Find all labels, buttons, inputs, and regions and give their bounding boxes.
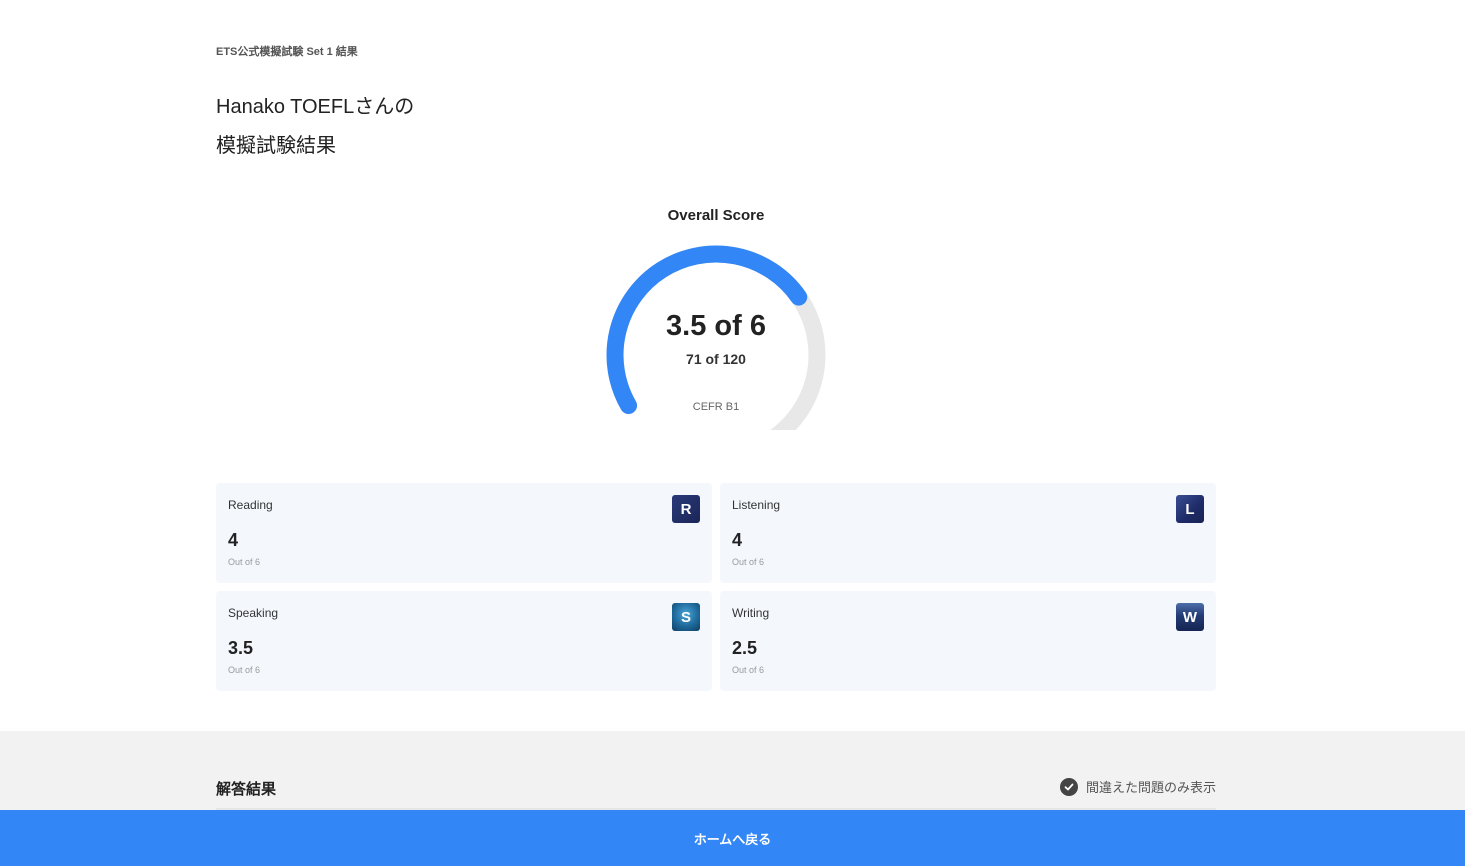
section-label: Speaking xyxy=(228,606,279,620)
section-label: Writing xyxy=(732,606,770,620)
section-label: Reading xyxy=(228,498,273,512)
writing-icon: W xyxy=(1176,603,1204,631)
breadcrumb: ETS公式模擬試験 Set 1 結果 xyxy=(216,46,358,58)
back-to-home-button[interactable]: ホームへ戻る xyxy=(0,810,1465,866)
check-mark xyxy=(1064,783,1074,790)
overall-score-heading: Overall Score xyxy=(667,207,765,224)
section-score: 2.5 xyxy=(732,638,758,658)
section-out-of: Out of 6 xyxy=(228,665,261,675)
speaking-icon: S xyxy=(672,603,700,631)
check-circle-icon[interactable] xyxy=(1059,777,1078,796)
overall-score-raw: 71 of 120 xyxy=(686,351,746,367)
section-label: Listening xyxy=(732,498,781,512)
cefr-level: CEFR B1 xyxy=(692,401,740,413)
wrong-only-toggle[interactable]: 間違えた問題のみ表示 xyxy=(1059,777,1216,796)
section-out-of: Out of 6 xyxy=(732,557,765,567)
reading-icon: R xyxy=(672,495,700,523)
page-title-line1: Hanako TOEFLさんの xyxy=(216,96,415,118)
section-card-writing: Writing W 2.5 Out of 6 xyxy=(720,591,1216,691)
section-score: 3.5 xyxy=(228,638,254,658)
section-card-reading: Reading R 4 Out of 6 xyxy=(216,483,712,583)
section-scores: Reading R 4 Out of 6 Listening L 4 Out o… xyxy=(216,483,1216,691)
page-title-line2: 模擬試験結果 xyxy=(216,135,336,157)
section-score: 4 xyxy=(732,530,743,550)
section-card-speaking: Speaking S 3.5 Out of 6 xyxy=(216,591,712,691)
results-page: ETS公式模擬試験 Set 1 結果 Hanako TOEFLさんの 模擬試験結… xyxy=(0,0,1465,866)
page-title: Hanako TOEFLさんの 模擬試験結果 xyxy=(216,88,414,166)
overall-score-value: 3.5 of 6 xyxy=(666,310,766,342)
wrong-only-label[interactable]: 間違えた問題のみ表示 xyxy=(1086,777,1216,796)
section-score: 4 xyxy=(228,530,239,550)
answers-title: 解答結果 xyxy=(216,781,277,798)
section-out-of: Out of 6 xyxy=(732,665,765,675)
listening-icon: L xyxy=(1176,495,1204,523)
overall-score-gauge: 3.5 of 6 71 of 120 CEFR B1 xyxy=(596,240,836,430)
section-card-listening: Listening L 4 Out of 6 xyxy=(720,483,1216,583)
section-out-of: Out of 6 xyxy=(228,557,261,567)
